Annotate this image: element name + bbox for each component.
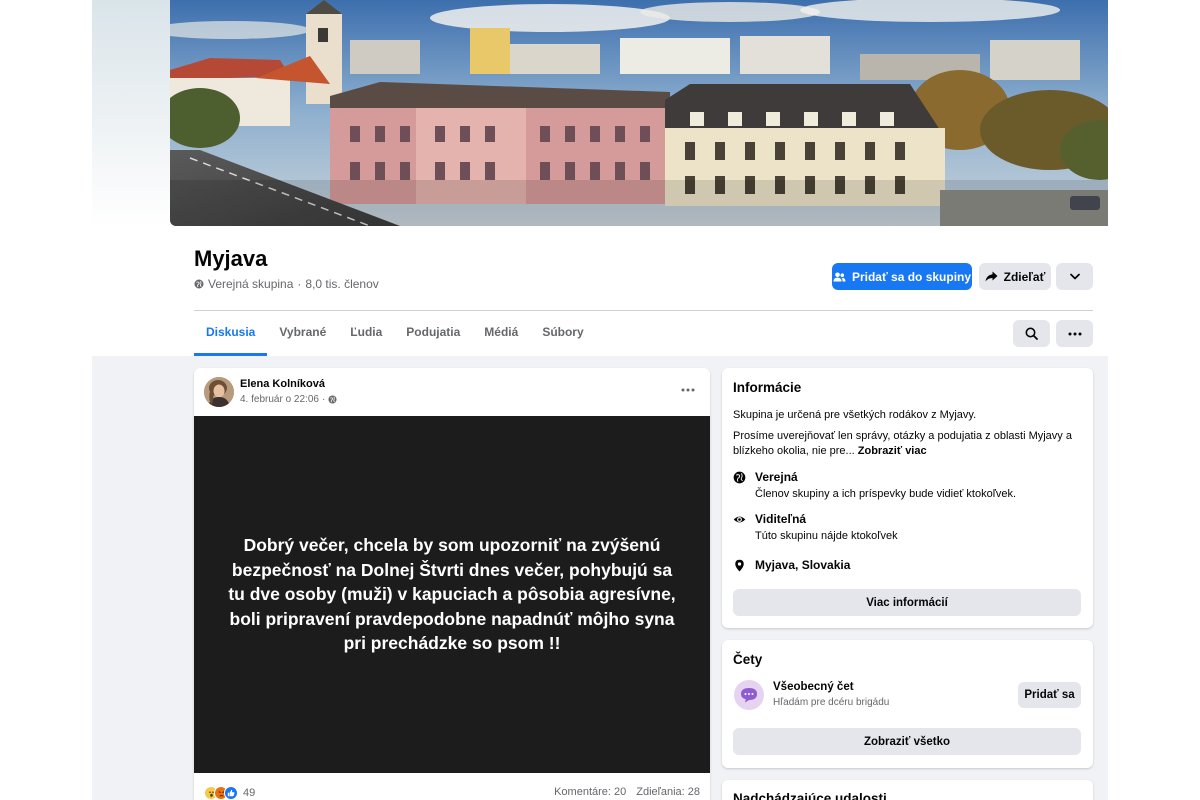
people-icon <box>833 272 846 281</box>
globe-icon <box>328 395 337 404</box>
group-tabs: Diskusia Vybrané Ľudia Podujatia Médiá S… <box>194 311 596 356</box>
tab-diskusia[interactable]: Diskusia <box>194 311 268 356</box>
tab-more-button[interactable] <box>1056 320 1093 347</box>
avatar-photo <box>204 377 234 407</box>
reaction-count: 49 <box>243 787 256 799</box>
location-name[interactable]: Myjava, Slovakia <box>755 558 850 572</box>
cover-fade <box>92 0 170 226</box>
engagement-counts: Komentáre: 20 Zdieľania: 28 <box>554 786 700 798</box>
group-header: Myjava Verejná skupina · 8,0 tis. členov… <box>92 0 1108 356</box>
about-description: Skupina je určená pre všetkých rodákov z… <box>733 409 977 421</box>
join-chat-button[interactable]: Pridať sa <box>1018 682 1081 708</box>
privacy-label: Verejná skupina <box>208 277 294 291</box>
share-button[interactable]: Zdieľať <box>979 263 1051 290</box>
comment-count[interactable]: Komentáre: 20 <box>554 786 626 798</box>
group-page: Myjava Verejná skupina · 8,0 tis. členov… <box>92 0 1108 800</box>
search-group-button[interactable] <box>1013 320 1050 347</box>
share-label: Zdieľať <box>1003 269 1046 284</box>
cover-photo[interactable] <box>170 0 1108 226</box>
chevron-down-icon <box>1069 273 1080 280</box>
tab-vybrane[interactable]: Vybrané <box>267 311 338 356</box>
location-pin-icon <box>735 559 744 572</box>
tab-media[interactable]: Médiá <box>472 311 530 356</box>
post-menu-icon[interactable] <box>680 382 696 398</box>
post-author[interactable]: Elena Kolníková <box>240 378 325 390</box>
chat-avatar[interactable] <box>734 680 764 710</box>
privacy-title: Verejná <box>755 470 798 484</box>
cover-photo-illustration <box>170 0 1108 226</box>
about-card: Informácie Skupina je určená pre všetkýc… <box>722 368 1093 628</box>
join-group-label: Pridať sa do skupiny <box>851 269 972 284</box>
about-title: Informácie <box>733 380 802 395</box>
privacy-description: Členov skupiny a ich príspevky bude vidi… <box>755 488 1017 500</box>
join-group-button[interactable]: Pridať sa do skupiny <box>832 263 972 290</box>
right-gutter <box>1108 0 1200 800</box>
reactions-summary[interactable]: 49 <box>204 786 255 800</box>
visibility-description: Túto skupinu nájde ktokoľvek <box>755 530 898 542</box>
group-name: Myjava <box>194 246 268 271</box>
post-timestamp[interactable]: 4. február o 22:06 · <box>240 394 337 405</box>
tab-ludia[interactable]: Ľudia <box>338 311 394 356</box>
eye-icon <box>733 516 746 523</box>
post-text-background: Dobrý večer, chcela by som upozorniť na … <box>194 416 710 773</box>
share-count[interactable]: Zdieľania: 28 <box>636 786 700 798</box>
visibility-title: Viditeľná <box>755 512 807 526</box>
group-meta: Verejná skupina · 8,0 tis. členov <box>194 277 379 291</box>
post-time-text: 4. február o 22:06 <box>240 394 319 405</box>
more-dots-icon <box>1068 332 1081 335</box>
see-more-link[interactable]: Zobraziť viac <box>858 445 927 457</box>
chats-card: Čety Všeobecný čet Hľadám pre dcéru brig… <box>722 640 1093 768</box>
chat-name[interactable]: Všeobecný čet <box>773 681 854 693</box>
chat-subtitle: Hľadám pre dcéru brigádu <box>773 697 890 708</box>
post-card: Elena Kolníková 4. február o 22:06 · Dob… <box>194 368 710 800</box>
left-gutter <box>0 0 92 800</box>
share-icon <box>985 271 998 282</box>
like-reaction-icon <box>224 786 238 800</box>
about-rules: Prosíme uverejňovať len správy, otázky a… <box>733 429 1083 459</box>
tab-podujatia[interactable]: Podujatia <box>394 311 472 356</box>
tab-subory[interactable]: Súbory <box>530 311 595 356</box>
member-count: 8,0 tis. členov <box>305 277 379 291</box>
post-text: Dobrý večer, chcela by som upozorniť na … <box>228 535 676 654</box>
events-card: Nadchádzajúce udalosti <box>722 780 1093 800</box>
globe-icon <box>194 279 204 289</box>
more-info-button[interactable]: Viac informácií <box>733 589 1081 616</box>
author-avatar[interactable] <box>204 377 234 407</box>
see-all-chats-button[interactable]: Zobraziť všetko <box>733 728 1081 755</box>
meta-separator: · <box>297 277 302 291</box>
chat-bubble-icon <box>741 688 757 703</box>
more-options-button[interactable] <box>1056 263 1093 290</box>
globe-icon <box>733 471 746 484</box>
chats-title: Čety <box>733 652 763 667</box>
time-separator: · <box>321 394 326 405</box>
search-icon <box>1025 327 1038 340</box>
post-footer: 49 Komentáre: 20 Zdieľania: 28 <box>194 773 710 800</box>
events-title: Nadchádzajúce udalosti <box>733 791 887 800</box>
